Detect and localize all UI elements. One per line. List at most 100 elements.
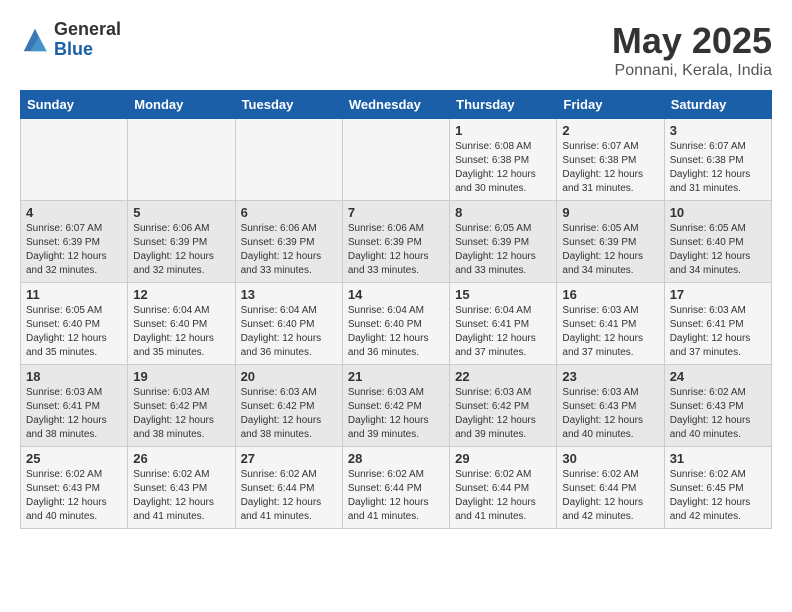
day-info: Sunrise: 6:06 AM Sunset: 6:39 PM Dayligh…: [241, 222, 337, 278]
title-block: May 2025 Ponnani, Kerala, India: [612, 20, 772, 80]
day-info: Sunrise: 6:08 AM Sunset: 6:38 PM Dayligh…: [455, 140, 551, 196]
day-number: 31: [670, 451, 766, 466]
week-row-5: 25 Sunrise: 6:02 AM Sunset: 6:43 PM Dayli…: [21, 447, 772, 529]
week-row-4: 18 Sunrise: 6:03 AM Sunset: 6:41 PM Dayli…: [21, 365, 772, 447]
header-tuesday: Tuesday: [235, 91, 342, 119]
day-number: 27: [241, 451, 337, 466]
day-info: Sunrise: 6:02 AM Sunset: 6:44 PM Dayligh…: [455, 468, 551, 524]
header-sunday: Sunday: [21, 91, 128, 119]
day-info: Sunrise: 6:03 AM Sunset: 6:42 PM Dayligh…: [133, 386, 229, 442]
day-cell: 29Sunrise: 6:02 AM Sunset: 6:44 PM Dayli…: [450, 447, 557, 529]
day-number: 15: [455, 287, 551, 302]
day-info: Sunrise: 6:02 AM Sunset: 6:44 PM Dayligh…: [348, 468, 444, 524]
day-cell: 2 Sunrise: 6:07 AM Sunset: 6:38 PM Daylig…: [557, 119, 664, 201]
day-info: Sunrise: 6:03 AM Sunset: 6:41 PM Dayligh…: [670, 304, 766, 360]
day-cell: 4 Sunrise: 6:07 AM Sunset: 6:39 PM Daylig…: [21, 201, 128, 283]
header-thursday: Thursday: [450, 91, 557, 119]
day-info: Sunrise: 6:07 AM Sunset: 6:39 PM Dayligh…: [26, 222, 122, 278]
day-number: 4: [26, 205, 122, 220]
day-number: 22: [455, 369, 551, 384]
day-info: Sunrise: 6:04 AM Sunset: 6:40 PM Dayligh…: [241, 304, 337, 360]
day-cell: [342, 119, 449, 201]
page-header: General Blue May 2025 Ponnani, Kerala, I…: [20, 20, 772, 80]
day-info: Sunrise: 6:04 AM Sunset: 6:41 PM Dayligh…: [455, 304, 551, 360]
day-cell: 1 Sunrise: 6:08 AM Sunset: 6:38 PM Daylig…: [450, 119, 557, 201]
day-cell: 3Sunrise: 6:07 AM Sunset: 6:38 PM Daylig…: [664, 119, 771, 201]
day-number: 28: [348, 451, 444, 466]
day-info: Sunrise: 6:02 AM Sunset: 6:45 PM Dayligh…: [670, 468, 766, 524]
day-cell: 6 Sunrise: 6:06 AM Sunset: 6:39 PM Daylig…: [235, 201, 342, 283]
day-cell: 18 Sunrise: 6:03 AM Sunset: 6:41 PM Dayli…: [21, 365, 128, 447]
day-info: Sunrise: 6:05 AM Sunset: 6:40 PM Dayligh…: [26, 304, 122, 360]
day-info: Sunrise: 6:02 AM Sunset: 6:43 PM Dayligh…: [26, 468, 122, 524]
day-cell: 17 Sunrise: 6:03 AM Sunset: 6:41 PM Dayli…: [664, 283, 771, 365]
day-info: Sunrise: 6:03 AM Sunset: 6:43 PM Dayligh…: [562, 386, 658, 442]
day-number: 30: [562, 451, 658, 466]
logo-icon: [20, 25, 50, 55]
day-info: Sunrise: 6:05 AM Sunset: 6:39 PM Dayligh…: [455, 222, 551, 278]
day-number: 21: [348, 369, 444, 384]
day-info: Sunrise: 6:03 AM Sunset: 6:41 PM Dayligh…: [562, 304, 658, 360]
day-number: 23: [562, 369, 658, 384]
day-info: Sunrise: 6:03 AM Sunset: 6:42 PM Dayligh…: [455, 386, 551, 442]
day-cell: 8Sunrise: 6:05 AM Sunset: 6:39 PM Daylig…: [450, 201, 557, 283]
day-info: Sunrise: 6:06 AM Sunset: 6:39 PM Dayligh…: [133, 222, 229, 278]
day-cell: 15 Sunrise: 6:04 AM Sunset: 6:41 PM Dayli…: [450, 283, 557, 365]
logo-general-text: General: [54, 20, 121, 40]
day-number: 7: [348, 205, 444, 220]
day-info: Sunrise: 6:02 AM Sunset: 6:43 PM Dayligh…: [670, 386, 766, 442]
day-info: Sunrise: 6:05 AM Sunset: 6:39 PM Dayligh…: [562, 222, 658, 278]
week-row-1: 1 Sunrise: 6:08 AM Sunset: 6:38 PM Daylig…: [21, 119, 772, 201]
header-wednesday: Wednesday: [342, 91, 449, 119]
day-cell: 11 Sunrise: 6:05 AM Sunset: 6:40 PM Dayli…: [21, 283, 128, 365]
day-cell: 16 Sunrise: 6:03 AM Sunset: 6:41 PM Dayli…: [557, 283, 664, 365]
day-number: 16: [562, 287, 658, 302]
day-cell: 21 Sunrise: 6:03 AM Sunset: 6:42 PM Dayli…: [342, 365, 449, 447]
day-number: 11: [26, 287, 122, 302]
day-number: 2: [562, 123, 658, 138]
day-number: 12: [133, 287, 229, 302]
day-cell: 12 Sunrise: 6:04 AM Sunset: 6:40 PM Dayli…: [128, 283, 235, 365]
day-number: 14: [348, 287, 444, 302]
day-cell: 14 Sunrise: 6:04 AM Sunset: 6:40 PM Dayli…: [342, 283, 449, 365]
day-number: 25: [26, 451, 122, 466]
day-info: Sunrise: 6:04 AM Sunset: 6:40 PM Dayligh…: [133, 304, 229, 360]
day-cell: 25 Sunrise: 6:02 AM Sunset: 6:43 PM Dayli…: [21, 447, 128, 529]
day-cell: 31 Sunrise: 6:02 AM Sunset: 6:45 PM Dayli…: [664, 447, 771, 529]
day-cell: 20Sunrise: 6:03 AM Sunset: 6:42 PM Dayli…: [235, 365, 342, 447]
day-info: Sunrise: 6:04 AM Sunset: 6:40 PM Dayligh…: [348, 304, 444, 360]
day-info: Sunrise: 6:05 AM Sunset: 6:40 PM Dayligh…: [670, 222, 766, 278]
day-cell: 28 Sunrise: 6:02 AM Sunset: 6:44 PM Dayli…: [342, 447, 449, 529]
day-number: 19: [133, 369, 229, 384]
day-number: 18: [26, 369, 122, 384]
day-cell: 19 Sunrise: 6:03 AM Sunset: 6:42 PM Dayli…: [128, 365, 235, 447]
day-number: 17: [670, 287, 766, 302]
day-cell: 23 Sunrise: 6:03 AM Sunset: 6:43 PM Dayli…: [557, 365, 664, 447]
day-cell: 26Sunrise: 6:02 AM Sunset: 6:43 PM Dayli…: [128, 447, 235, 529]
logo: General Blue: [20, 20, 121, 60]
day-info: Sunrise: 6:03 AM Sunset: 6:42 PM Dayligh…: [348, 386, 444, 442]
header-saturday: Saturday: [664, 91, 771, 119]
day-cell: [21, 119, 128, 201]
week-row-2: 4 Sunrise: 6:07 AM Sunset: 6:39 PM Daylig…: [21, 201, 772, 283]
day-number: 3: [670, 123, 766, 138]
day-info: Sunrise: 6:06 AM Sunset: 6:39 PM Dayligh…: [348, 222, 444, 278]
day-info: Sunrise: 6:03 AM Sunset: 6:41 PM Dayligh…: [26, 386, 122, 442]
calendar-table: SundayMondayTuesdayWednesdayThursdayFrid…: [20, 90, 772, 529]
day-cell: 10 Sunrise: 6:05 AM Sunset: 6:40 PM Dayli…: [664, 201, 771, 283]
week-row-3: 11 Sunrise: 6:05 AM Sunset: 6:40 PM Dayli…: [21, 283, 772, 365]
day-cell: 7 Sunrise: 6:06 AM Sunset: 6:39 PM Daylig…: [342, 201, 449, 283]
day-number: 6: [241, 205, 337, 220]
day-number: 24: [670, 369, 766, 384]
day-cell: 27 Sunrise: 6:02 AM Sunset: 6:44 PM Dayli…: [235, 447, 342, 529]
calendar-header-row: SundayMondayTuesdayWednesdayThursdayFrid…: [21, 91, 772, 119]
day-info: Sunrise: 6:02 AM Sunset: 6:44 PM Dayligh…: [241, 468, 337, 524]
day-number: 1: [455, 123, 551, 138]
day-info: Sunrise: 6:02 AM Sunset: 6:44 PM Dayligh…: [562, 468, 658, 524]
header-friday: Friday: [557, 91, 664, 119]
day-number: 13: [241, 287, 337, 302]
day-cell: 24 Sunrise: 6:02 AM Sunset: 6:43 PM Dayli…: [664, 365, 771, 447]
header-monday: Monday: [128, 91, 235, 119]
day-info: Sunrise: 6:07 AM Sunset: 6:38 PM Dayligh…: [562, 140, 658, 196]
day-number: 10: [670, 205, 766, 220]
